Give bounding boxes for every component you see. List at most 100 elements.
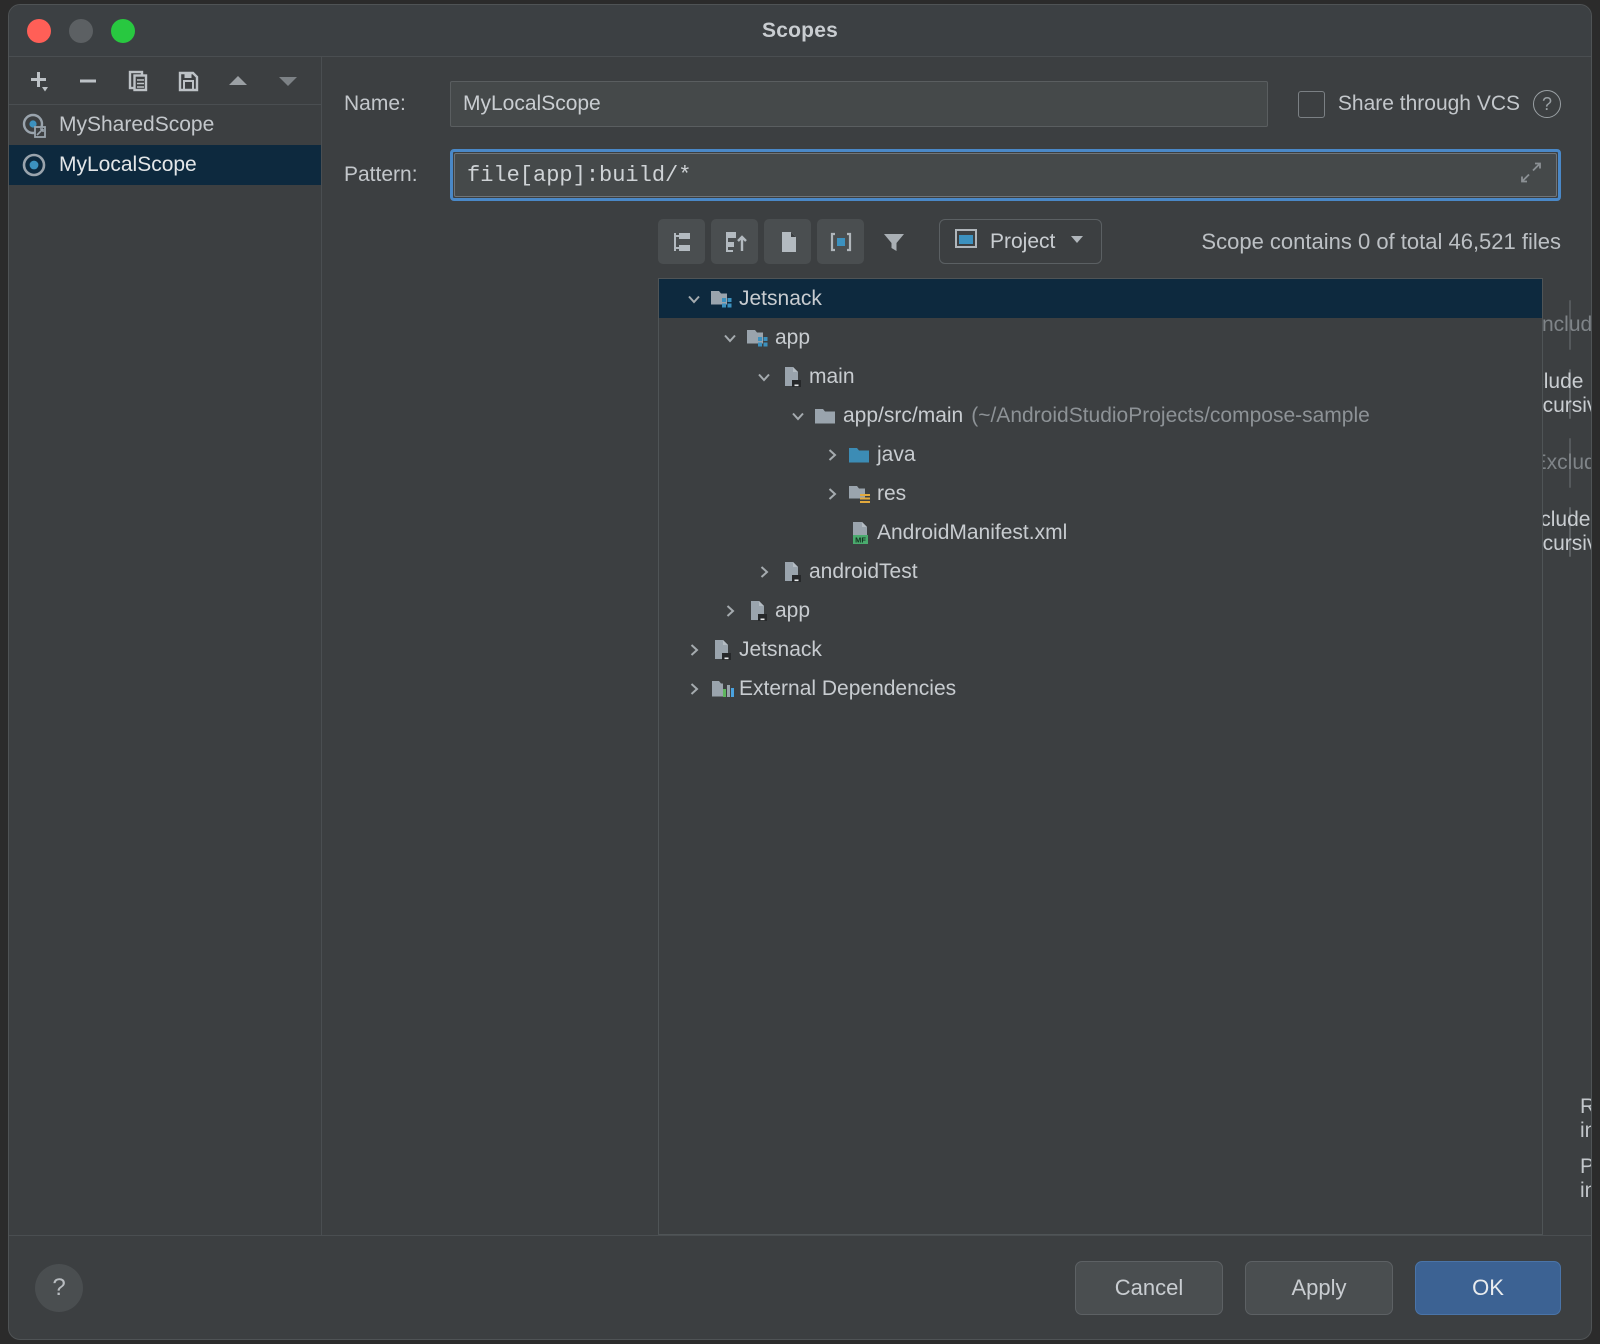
chevron-down-icon[interactable] (681, 290, 707, 308)
title-bar: Scopes (9, 5, 1591, 57)
tree-row[interactable]: androidTest (659, 552, 1542, 591)
share-vcs-checkbox[interactable] (1298, 91, 1325, 118)
include-exclude-buttons: Include Include Recursively Exclude Excl… (1543, 278, 1569, 1235)
tree-row[interactable]: app (659, 591, 1542, 630)
chevron-down-icon[interactable] (717, 329, 743, 347)
filter-button[interactable] (870, 219, 917, 264)
module-icon (707, 637, 737, 663)
tree-row[interactable]: Jetsnack (659, 279, 1542, 318)
scopes-list-toolbar (9, 57, 321, 105)
traffic-lights (27, 19, 135, 43)
maximize-button[interactable] (111, 19, 135, 43)
chevron-down-icon[interactable] (751, 368, 777, 386)
legend-label: Partially included (1580, 1155, 1592, 1203)
tree-row-label: Jetsnack (739, 638, 822, 662)
tree-row[interactable]: MF AndroidManifest.xml (659, 513, 1542, 552)
scope-name-input[interactable] (450, 81, 1268, 127)
dialog-footer: ? Cancel Apply OK (9, 1235, 1591, 1339)
collapse-all-button[interactable] (711, 219, 758, 264)
save-scope-button[interactable] (165, 61, 211, 101)
scope-item-local[interactable]: MyLocalScope (9, 145, 321, 185)
expand-all-button[interactable] (658, 219, 705, 264)
pattern-field-wrapper (450, 149, 1561, 201)
copy-scope-button[interactable] (115, 61, 161, 101)
pattern-label: Pattern: (344, 163, 450, 187)
tree-row[interactable]: res (659, 474, 1542, 513)
local-scope-icon (19, 150, 49, 180)
remove-scope-button[interactable] (65, 61, 111, 101)
tree-row[interactable]: java (659, 435, 1542, 474)
tree-row-label: app (775, 326, 810, 350)
source-folder-icon (845, 442, 875, 468)
apply-button[interactable]: Apply (1245, 1261, 1393, 1315)
module-group-icon (707, 286, 737, 312)
module-group-icon (743, 325, 773, 351)
tree-row[interactable]: External Dependencies (659, 669, 1542, 708)
libraries-icon (707, 676, 737, 702)
tree-row[interactable]: app/src/main (~/AndroidStudioProjects/co… (659, 396, 1542, 435)
scope-source-label: Project (990, 230, 1055, 254)
tree-row[interactable]: Jetsnack (659, 630, 1542, 669)
chevron-right-icon[interactable] (681, 680, 707, 698)
include-button[interactable]: Include (1569, 300, 1571, 350)
chevron-right-icon[interactable] (681, 641, 707, 659)
tree-row-path: (~/AndroidStudioProjects/compose-sample (971, 404, 1370, 428)
chevron-right-icon[interactable] (751, 563, 777, 581)
tree-area: Jetsnack (322, 278, 1591, 1235)
tree-row-label: AndroidManifest.xml (877, 521, 1067, 545)
include-recursively-button[interactable]: Include Recursively (1569, 369, 1571, 419)
scope-item-label: MySharedScope (59, 113, 214, 137)
exclude-button[interactable]: Exclude (1569, 438, 1571, 488)
move-down-button[interactable] (265, 61, 311, 101)
tree-row[interactable]: main (659, 357, 1542, 396)
chevron-right-icon[interactable] (819, 485, 845, 503)
tree-row[interactable]: app (659, 318, 1542, 357)
dialog-body: MySharedScope MyLocalScope Name: (9, 57, 1591, 1235)
tree-row-label: main (809, 365, 855, 389)
module-icon (743, 598, 773, 624)
folder-icon (811, 403, 841, 429)
res-folder-icon (845, 481, 875, 507)
footer-actions: Cancel Apply OK (1075, 1261, 1561, 1315)
project-tree[interactable]: Jetsnack (658, 278, 1543, 1235)
chevron-right-icon[interactable] (819, 446, 845, 464)
tree-row-label: java (877, 443, 916, 467)
module-icon (777, 364, 807, 390)
share-vcs-label: Share through VCS (1338, 92, 1520, 116)
scope-item-label: MyLocalScope (59, 153, 197, 177)
add-scope-button[interactable] (15, 61, 61, 101)
minimize-button[interactable] (69, 19, 93, 43)
name-label: Name: (344, 92, 450, 116)
share-vcs-help-icon[interactable]: ? (1533, 90, 1561, 118)
scopes-dialog: Scopes (8, 4, 1592, 1340)
tree-row-label: androidTest (809, 560, 918, 584)
move-up-button[interactable] (215, 61, 261, 101)
tree-row-label: Jetsnack (739, 287, 822, 311)
pattern-row: Pattern: (322, 127, 1591, 201)
scopes-list-panel: MySharedScope MyLocalScope (9, 57, 322, 1235)
tree-toolbar: Project Scope contains 0 of total 46,521… (322, 201, 1591, 278)
module-icon (777, 559, 807, 585)
share-vcs-group: Share through VCS ? (1298, 90, 1561, 118)
chevron-down-icon[interactable] (785, 407, 811, 425)
scopes-list[interactable]: MySharedScope MyLocalScope (9, 105, 321, 1235)
manifest-file-icon: MF (845, 520, 875, 546)
exclude-recursively-button[interactable]: Exclude Recursively (1569, 507, 1571, 557)
show-included-only-button[interactable] (817, 219, 864, 264)
scope-editor-panel: Name: Share through VCS ? Pattern: (322, 57, 1591, 1235)
cancel-button[interactable]: Cancel (1075, 1261, 1223, 1315)
window-title: Scopes (9, 19, 1591, 43)
chevron-right-icon[interactable] (717, 602, 743, 620)
scope-item-shared[interactable]: MySharedScope (9, 105, 321, 145)
project-icon (953, 226, 979, 258)
show-files-button[interactable] (764, 219, 811, 264)
scope-source-select[interactable]: Project (939, 219, 1102, 264)
ok-button[interactable]: OK (1415, 1261, 1561, 1315)
scope-pattern-input[interactable] (454, 153, 1557, 197)
help-button[interactable]: ? (35, 1264, 83, 1312)
tree-row-label: External Dependencies (739, 677, 956, 701)
tree-row-label: app/src/main (843, 404, 963, 428)
legend-label: Recursively included (1580, 1095, 1592, 1143)
scope-count-label: Scope contains 0 of total 46,521 files (1201, 229, 1561, 255)
close-button[interactable] (27, 19, 51, 43)
